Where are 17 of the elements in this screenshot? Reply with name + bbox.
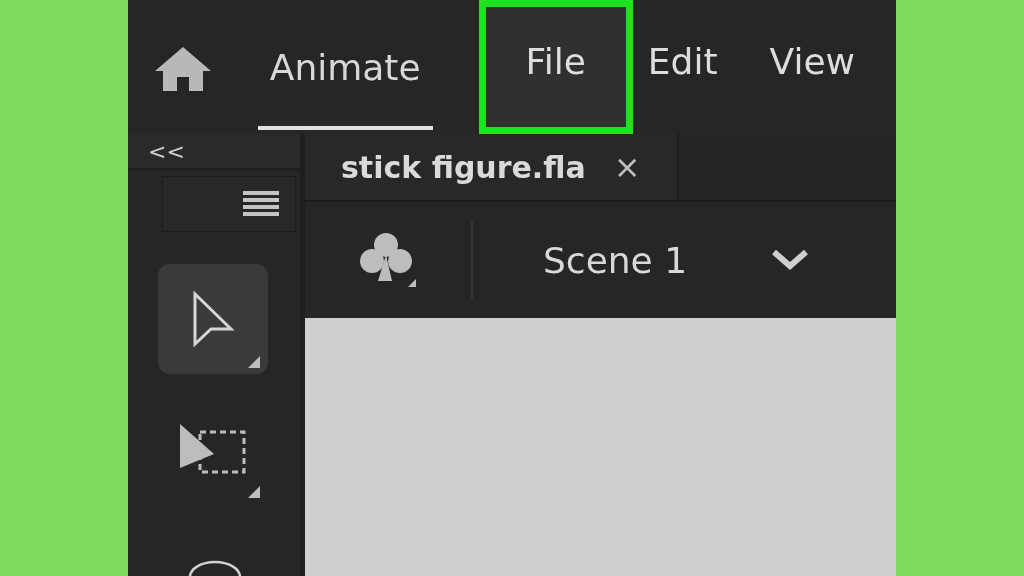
menu-icon[interactable] — [243, 190, 279, 218]
scene-dropdown-button[interactable] — [771, 249, 810, 271]
subselect-icon — [178, 422, 248, 476]
document-title: stick figure.fla — [341, 149, 586, 185]
app-tab[interactable]: Animate — [257, 0, 433, 130]
corner-triangle-icon — [248, 356, 260, 368]
close-button[interactable]: × — [613, 148, 641, 186]
menu-item[interactable]: View — [758, 0, 866, 134]
arrow-pointer-icon — [191, 291, 235, 347]
scene-name: Scene 1 — [543, 239, 688, 281]
menu-item[interactable]: File — [478, 0, 633, 134]
collapse-button[interactable]: << — [128, 134, 300, 170]
club-icon — [358, 231, 418, 289]
corner-triangle-icon — [248, 486, 260, 498]
chevron-down-icon — [771, 249, 810, 271]
tool-button[interactable] — [158, 264, 268, 374]
menu-item[interactable]: Edit — [636, 0, 729, 134]
